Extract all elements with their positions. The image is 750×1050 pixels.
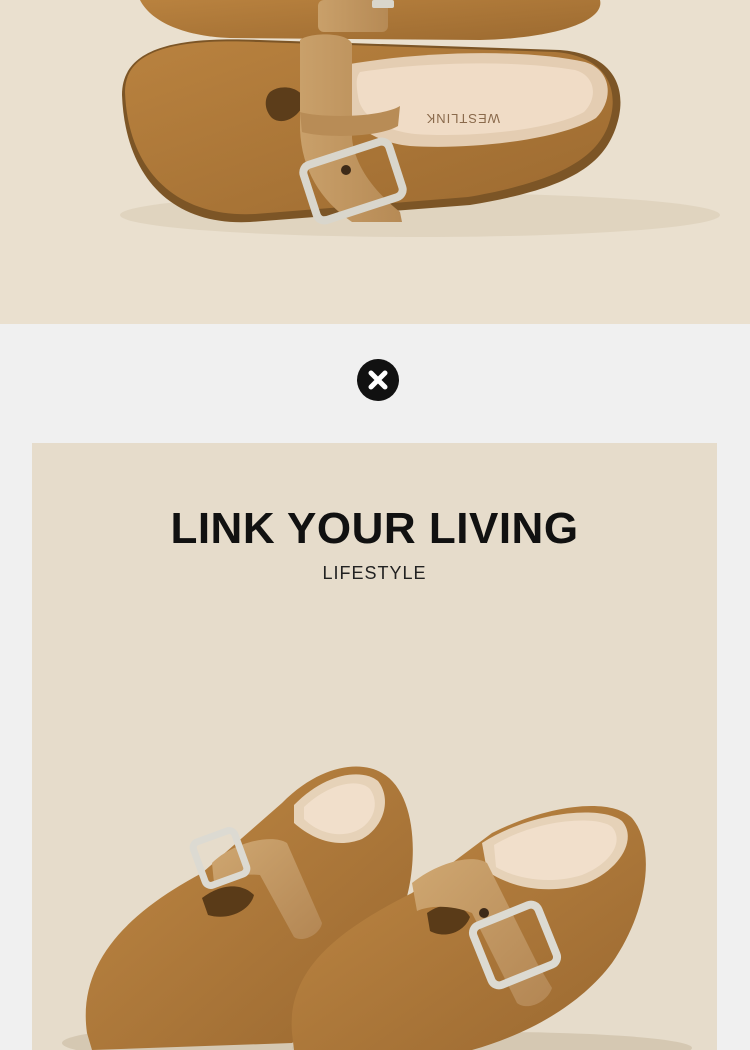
lifestyle-panel: LINK YOUR LIVING LIFESTYLE	[32, 443, 717, 1050]
close-icon	[357, 359, 399, 401]
shoe-top-view-illustration: WESTLINK	[120, 0, 720, 237]
insole-brand-text: WESTLINK	[426, 111, 500, 126]
shoe-pair-illustration	[62, 766, 692, 1050]
top-product-photo: WESTLINK	[0, 0, 750, 324]
